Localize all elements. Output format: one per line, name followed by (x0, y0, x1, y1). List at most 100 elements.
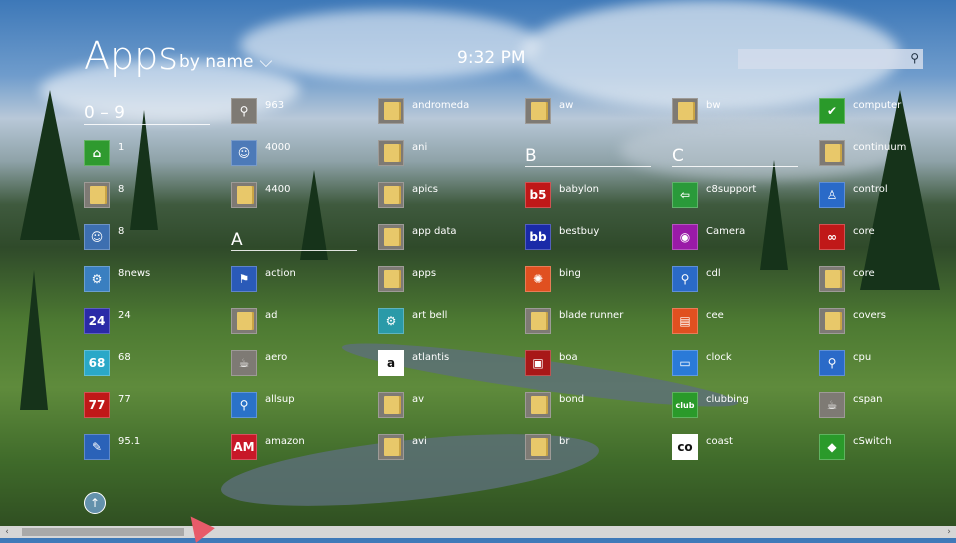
app-tile[interactable]: apics (378, 182, 518, 216)
folder-icon (378, 266, 404, 292)
app-label: blade runner (559, 310, 624, 321)
app-tile[interactable]: ⌂ 1 (84, 140, 224, 174)
app-tile[interactable]: ☺ 8 (84, 224, 224, 258)
section-header-a[interactable]: A (231, 230, 243, 250)
number-68-icon: 68 (84, 350, 110, 376)
app-label: 4000 (265, 142, 291, 153)
app-tile[interactable]: av (378, 392, 518, 426)
folder-icon (819, 266, 845, 292)
app-tile[interactable]: ani (378, 140, 518, 174)
scroll-up-button[interactable]: ↑ (84, 492, 106, 514)
app-tile[interactable]: 68 68 (84, 350, 224, 384)
app-tile[interactable]: ✔ computer (819, 98, 956, 132)
app-tile[interactable]: ☺ 4000 (231, 140, 371, 174)
app-label: 1 (118, 142, 125, 153)
app-label: br (559, 436, 570, 447)
amazon-a-icon: a (378, 350, 404, 376)
app-tile[interactable]: ⚑ action (231, 266, 371, 300)
scrollbar-thumb[interactable] (22, 528, 184, 536)
app-label: avi (412, 436, 427, 447)
app-tile[interactable]: bond (525, 392, 665, 426)
app-label: boa (559, 352, 578, 363)
app-tile[interactable]: ▭ clock (672, 350, 812, 384)
club-icon: club (672, 392, 698, 418)
app-tile[interactable]: 4400 (231, 182, 371, 216)
bb-icon: bb (525, 224, 551, 250)
app-tile[interactable]: br (525, 434, 665, 468)
app-tile[interactable]: 24 24 (84, 308, 224, 342)
app-tile[interactable]: 8 (84, 182, 224, 216)
cup-icon: ☕ (819, 392, 845, 418)
arrow-icon: ⇦ (672, 182, 698, 208)
app-tile[interactable]: covers (819, 308, 956, 342)
app-tile[interactable]: ☕ aero (231, 350, 371, 384)
number-77-icon: 77 (84, 392, 110, 418)
camera-icon: ◉ (672, 224, 698, 250)
flag-icon: ⚑ (231, 266, 257, 292)
app-tile[interactable]: andromeda (378, 98, 518, 132)
scroll-right-icon[interactable]: › (942, 526, 956, 538)
app-tile[interactable]: ◉ Camera (672, 224, 812, 258)
app-tile[interactable]: ∞ core (819, 224, 956, 258)
folder-icon (819, 140, 845, 166)
search-box[interactable]: ⚲ (738, 49, 923, 71)
scroll-left-icon[interactable]: ‹ (0, 526, 14, 538)
app-tile[interactable]: apps (378, 266, 518, 300)
app-tile[interactable]: bb bestbuy (525, 224, 665, 258)
app-tile[interactable]: ⚲ cdl (672, 266, 812, 300)
section-header-0-9[interactable]: 0 – 9 (84, 103, 125, 123)
robot-icon: ♙ (819, 182, 845, 208)
arrow-up-icon: ↑ (89, 496, 101, 510)
folder-icon (378, 140, 404, 166)
app-tile[interactable]: ◆ cSwitch (819, 434, 956, 468)
sort-dropdown[interactable]: by name ⌵ (179, 52, 272, 72)
folder-icon (525, 392, 551, 418)
app-tile[interactable]: aw (525, 98, 665, 132)
app-tile[interactable]: club clubbing (672, 392, 812, 426)
app-tile[interactable]: ⚲ allsup (231, 392, 371, 426)
app-label: cee (706, 310, 724, 321)
app-tile[interactable]: core (819, 266, 956, 300)
app-label: av (412, 394, 425, 405)
folder-icon (378, 182, 404, 208)
app-tile[interactable]: ♙ control (819, 182, 956, 216)
folder-icon (231, 182, 257, 208)
search-icon[interactable]: ⚲ (910, 51, 919, 65)
app-tile[interactable]: a atlantis (378, 350, 518, 384)
magnifier-icon: ⚲ (231, 98, 257, 124)
app-tile[interactable]: ☕ cspan (819, 392, 956, 426)
app-tile[interactable]: ⚙ 8news (84, 266, 224, 300)
search-input[interactable] (738, 50, 904, 71)
app-tile[interactable]: ✎ 95.1 (84, 434, 224, 468)
app-tile[interactable]: continuum (819, 140, 956, 174)
folder-icon (378, 392, 404, 418)
folder-icon (84, 182, 110, 208)
app-tile[interactable]: ▤ cee (672, 308, 812, 342)
folder-icon (231, 308, 257, 334)
app-tile[interactable]: b5 babylon (525, 182, 665, 216)
app-tile[interactable]: blade runner (525, 308, 665, 342)
folder-icon (378, 98, 404, 124)
app-tile[interactable]: app data (378, 224, 518, 258)
app-tile[interactable]: ⚲ 963 (231, 98, 371, 132)
app-label: clock (706, 352, 732, 363)
app-tile[interactable]: ⚲ cpu (819, 350, 956, 384)
magnifier-icon: ⚲ (672, 266, 698, 292)
app-tile[interactable]: ✺ bing (525, 266, 665, 300)
magnifier-icon: ⚲ (819, 350, 845, 376)
app-tile[interactable]: AM amazon (231, 434, 371, 468)
app-tile[interactable]: 77 77 (84, 392, 224, 426)
app-tile[interactable]: ad (231, 308, 371, 342)
app-label: 963 (265, 100, 285, 111)
app-tile[interactable]: bw (672, 98, 812, 132)
horizontal-scrollbar[interactable]: ‹ › (0, 526, 956, 538)
app-tile[interactable]: ▣ boa (525, 350, 665, 384)
app-tile[interactable]: ⇦ c8support (672, 182, 812, 216)
app-tile[interactable]: ⚙ art bell (378, 308, 518, 342)
app-label: core (853, 268, 875, 279)
cube-icon: ◆ (819, 434, 845, 460)
section-header-c[interactable]: C (672, 146, 684, 166)
app-tile[interactable]: avi (378, 434, 518, 468)
section-header-b[interactable]: B (525, 146, 537, 166)
app-tile[interactable]: co coast (672, 434, 812, 468)
